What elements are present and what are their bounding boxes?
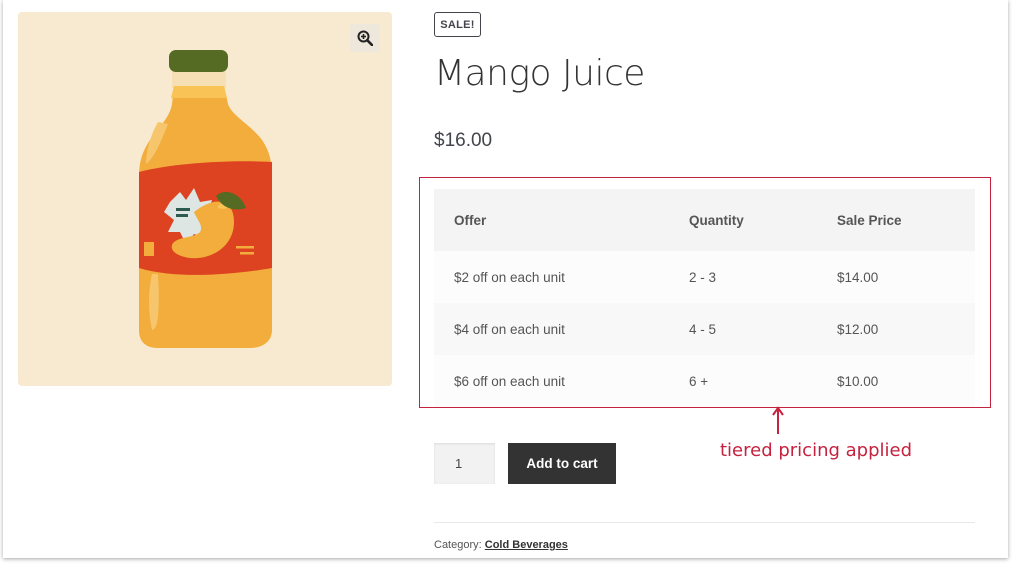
annotation-label: tiered pricing applied [720, 440, 913, 461]
product-meta: Category: Cold Beverages [434, 539, 568, 551]
tier-sale-price: $14.00 [817, 251, 975, 303]
mango-juice-bottle-image [139, 50, 272, 348]
product-gallery[interactable] [18, 12, 392, 386]
tier-offer: $2 off on each unit [434, 251, 669, 303]
table-row: $6 off on each unit 6 + $10.00 [434, 355, 975, 407]
header-sale-price: Sale Price [817, 189, 975, 251]
quantity-input[interactable] [434, 443, 495, 484]
divider [434, 522, 975, 523]
table-row: $4 off on each unit 4 - 5 $12.00 [434, 303, 975, 355]
tier-sale-price: $10.00 [817, 355, 975, 407]
tier-quantity: 2 - 3 [669, 251, 817, 303]
zoom-button[interactable] [350, 24, 380, 52]
header-quantity: Quantity [669, 189, 817, 251]
table-row: $2 off on each unit 2 - 3 $14.00 [434, 251, 975, 303]
sale-badge: SALE! [434, 12, 481, 37]
tier-offer: $4 off on each unit [434, 303, 669, 355]
magnify-plus-icon [357, 30, 373, 46]
product-title: Mango Juice [434, 53, 645, 94]
table-header-row: Offer Quantity Sale Price [434, 189, 975, 251]
tier-sale-price: $12.00 [817, 303, 975, 355]
header-offer: Offer [434, 189, 669, 251]
tiered-pricing-table: Offer Quantity Sale Price $2 off on each… [434, 189, 975, 407]
category-link[interactable]: Cold Beverages [485, 539, 568, 551]
tier-offer: $6 off on each unit [434, 355, 669, 407]
tier-quantity: 4 - 5 [669, 303, 817, 355]
tier-quantity: 6 + [669, 355, 817, 407]
category-label: Category: [434, 539, 482, 551]
add-to-cart-button[interactable]: Add to cart [508, 443, 616, 484]
arrow-up-icon [772, 406, 784, 434]
product-price: $16.00 [434, 130, 493, 151]
